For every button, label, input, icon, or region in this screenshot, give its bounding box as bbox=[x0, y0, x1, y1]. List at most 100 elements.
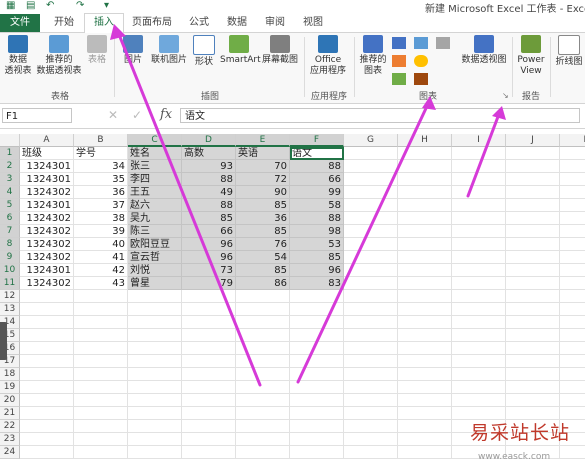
empty-cell[interactable] bbox=[452, 277, 506, 290]
empty-cell[interactable] bbox=[20, 368, 74, 381]
empty-cell[interactable] bbox=[506, 355, 560, 368]
dialog-launcher-icon[interactable]: ↘ bbox=[502, 91, 509, 100]
tab-page-layout[interactable]: 页面布局 bbox=[128, 14, 176, 32]
data-cell[interactable]: 1324302 bbox=[20, 225, 74, 238]
empty-cell[interactable] bbox=[452, 342, 506, 355]
empty-cell[interactable] bbox=[20, 433, 74, 446]
empty-cell[interactable] bbox=[344, 407, 398, 420]
data-cell[interactable]: 42 bbox=[74, 264, 128, 277]
empty-cell[interactable] bbox=[398, 368, 452, 381]
data-cell[interactable]: 38 bbox=[74, 212, 128, 225]
hierarchy-chart-icon[interactable] bbox=[436, 37, 450, 49]
column-header-k[interactable]: K bbox=[560, 134, 585, 147]
empty-cell[interactable] bbox=[236, 316, 290, 329]
empty-cell[interactable] bbox=[20, 329, 74, 342]
column-header-e[interactable]: E bbox=[236, 134, 290, 147]
empty-cell[interactable] bbox=[398, 173, 452, 186]
empty-cell[interactable] bbox=[452, 147, 506, 160]
empty-cell[interactable] bbox=[398, 290, 452, 303]
empty-cell[interactable] bbox=[506, 316, 560, 329]
data-cell[interactable]: 1324302 bbox=[20, 251, 74, 264]
empty-cell[interactable] bbox=[344, 251, 398, 264]
empty-cell[interactable] bbox=[506, 186, 560, 199]
empty-cell[interactable] bbox=[452, 264, 506, 277]
area-chart-icon[interactable] bbox=[392, 73, 406, 85]
header-cell[interactable]: 语文 bbox=[290, 147, 344, 160]
data-cell[interactable]: 39 bbox=[74, 225, 128, 238]
empty-cell[interactable] bbox=[506, 342, 560, 355]
empty-cell[interactable] bbox=[506, 290, 560, 303]
empty-cell[interactable] bbox=[398, 264, 452, 277]
empty-cell[interactable] bbox=[344, 277, 398, 290]
online-pictures-button[interactable]: 联机图片 bbox=[150, 35, 188, 66]
empty-cell[interactable] bbox=[344, 368, 398, 381]
empty-cell[interactable] bbox=[182, 381, 236, 394]
empty-cell[interactable] bbox=[290, 433, 344, 446]
smartart-button[interactable]: SmartArt bbox=[220, 35, 261, 66]
data-cell[interactable]: 赵六 bbox=[128, 199, 182, 212]
empty-cell[interactable] bbox=[182, 420, 236, 433]
empty-cell[interactable] bbox=[20, 446, 74, 459]
empty-cell[interactable] bbox=[128, 420, 182, 433]
data-cell[interactable]: 1324302 bbox=[20, 238, 74, 251]
data-cell[interactable]: 58 bbox=[290, 199, 344, 212]
empty-cell[interactable] bbox=[452, 290, 506, 303]
row-header-12[interactable]: 12 bbox=[0, 290, 20, 303]
empty-cell[interactable] bbox=[344, 355, 398, 368]
empty-cell[interactable] bbox=[236, 433, 290, 446]
tab-file[interactable]: 文件 bbox=[0, 14, 40, 32]
column-header-c[interactable]: C bbox=[128, 134, 182, 147]
column-header-g[interactable]: G bbox=[344, 134, 398, 147]
empty-cell[interactable] bbox=[128, 368, 182, 381]
empty-cell[interactable] bbox=[452, 212, 506, 225]
row-header-6[interactable]: 6 bbox=[0, 212, 20, 225]
tab-view[interactable]: 视图 bbox=[298, 14, 328, 32]
empty-cell[interactable] bbox=[20, 407, 74, 420]
empty-cell[interactable] bbox=[290, 303, 344, 316]
empty-cell[interactable] bbox=[182, 407, 236, 420]
empty-cell[interactable] bbox=[128, 329, 182, 342]
table-button[interactable]: 表格 bbox=[86, 35, 108, 66]
empty-cell[interactable] bbox=[398, 238, 452, 251]
empty-cell[interactable] bbox=[560, 381, 585, 394]
empty-cell[interactable] bbox=[290, 342, 344, 355]
empty-cell[interactable] bbox=[452, 160, 506, 173]
empty-cell[interactable] bbox=[182, 394, 236, 407]
empty-cell[interactable] bbox=[506, 251, 560, 264]
empty-cell[interactable] bbox=[506, 238, 560, 251]
data-cell[interactable]: 36 bbox=[74, 186, 128, 199]
empty-cell[interactable] bbox=[344, 160, 398, 173]
empty-cell[interactable] bbox=[506, 173, 560, 186]
column-header-h[interactable]: H bbox=[398, 134, 452, 147]
empty-cell[interactable] bbox=[560, 303, 585, 316]
empty-cell[interactable] bbox=[560, 199, 585, 212]
data-cell[interactable]: 陈三 bbox=[128, 225, 182, 238]
empty-cell[interactable] bbox=[74, 342, 128, 355]
empty-cell[interactable] bbox=[74, 381, 128, 394]
formula-input[interactable]: 语文 bbox=[180, 108, 580, 123]
empty-cell[interactable] bbox=[506, 303, 560, 316]
row-header-22[interactable]: 22 bbox=[0, 420, 20, 433]
column-header-i[interactable]: I bbox=[452, 134, 506, 147]
empty-cell[interactable] bbox=[560, 355, 585, 368]
empty-cell[interactable] bbox=[452, 251, 506, 264]
empty-cell[interactable] bbox=[398, 381, 452, 394]
data-cell[interactable]: 96 bbox=[182, 251, 236, 264]
empty-cell[interactable] bbox=[20, 316, 74, 329]
empty-cell[interactable] bbox=[20, 303, 74, 316]
tab-review[interactable]: 审阅 bbox=[260, 14, 290, 32]
empty-cell[interactable] bbox=[128, 355, 182, 368]
empty-cell[interactable] bbox=[182, 303, 236, 316]
header-cell[interactable]: 英语 bbox=[236, 147, 290, 160]
customize-qat-icon[interactable]: ▾ bbox=[104, 0, 109, 11]
empty-cell[interactable] bbox=[344, 303, 398, 316]
empty-cell[interactable] bbox=[344, 264, 398, 277]
empty-cell[interactable] bbox=[398, 355, 452, 368]
empty-cell[interactable] bbox=[236, 290, 290, 303]
name-box[interactable]: F1 bbox=[2, 108, 72, 123]
data-cell[interactable]: 90 bbox=[236, 186, 290, 199]
empty-cell[interactable] bbox=[128, 433, 182, 446]
select-all-corner[interactable] bbox=[0, 134, 20, 147]
empty-cell[interactable] bbox=[236, 420, 290, 433]
empty-cell[interactable] bbox=[20, 290, 74, 303]
